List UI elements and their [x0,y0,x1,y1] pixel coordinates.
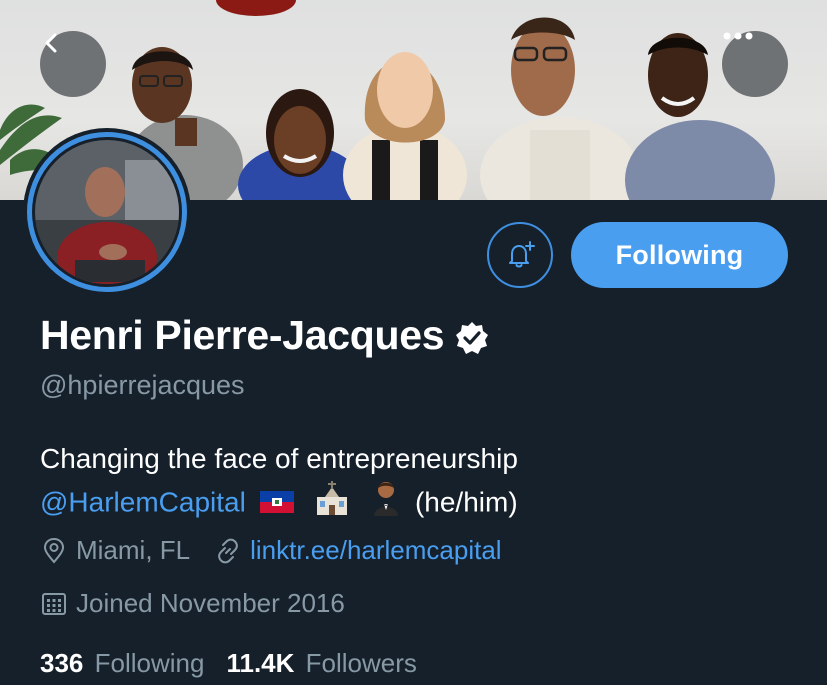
followers-stat[interactable]: 11.4K Followers [226,648,416,679]
location-pin-icon [43,537,65,564]
profile-avatar[interactable] [23,128,191,296]
joined-row: Joined November 2016 [40,588,369,619]
profile-name: Henri Pierre-Jacques [40,312,445,358]
calendar-icon [42,592,66,615]
back-button[interactable] [40,31,106,97]
bio-mention-link[interactable]: @HarlemCapital [40,486,246,517]
more-horizontal-icon [723,32,753,40]
profile-stats: 336 Following 11.4K Followers [40,648,439,679]
bio-line-2: @HarlemCapital (he/him) [40,480,518,528]
more-options-button[interactable] [722,31,788,97]
following-label: Following [94,648,205,678]
bio-line-1: Changing the face of entrepreneurship [40,443,518,474]
location-text: Miami, FL [76,535,191,565]
haiti-flag-icon [259,483,294,525]
profile-name-row: Henri Pierre-Jacques [40,312,490,359]
website-link[interactable]: linktr.ee/harlemcapital [250,535,501,566]
notifications-button[interactable] [487,222,553,288]
man-in-tuxedo-icon [371,480,401,528]
bell-plus-icon [509,241,535,268]
bio-pronouns: (he/him) [414,486,518,518]
joined-text: Joined November 2016 [76,588,345,618]
verified-badge-icon [456,321,489,354]
location-item: Miami, FL [40,535,190,566]
profile-bio: Changing the face of entrepreneurship @H… [40,438,518,528]
following-button[interactable]: Following [571,222,788,288]
avatar-ring [27,132,187,292]
following-stat[interactable]: 336 Following [40,648,204,679]
website-item[interactable]: linktr.ee/harlemcapital [214,535,502,566]
church-icon [313,481,351,527]
profile-handle: @hpierrejacques [40,370,245,400]
profile-page: Following Henri Pierre-Jacques @hpierrej… [0,0,827,685]
avatar-image [35,140,179,284]
joined-item: Joined November 2016 [40,588,345,619]
following-count: 336 [40,648,84,678]
followers-label: Followers [305,648,417,678]
followers-count: 11.4K [226,648,295,678]
link-icon [218,538,238,563]
profile-meta-row: Miami, FL linktr.ee/harlemcapital [40,535,526,566]
chevron-left-icon [45,33,57,53]
